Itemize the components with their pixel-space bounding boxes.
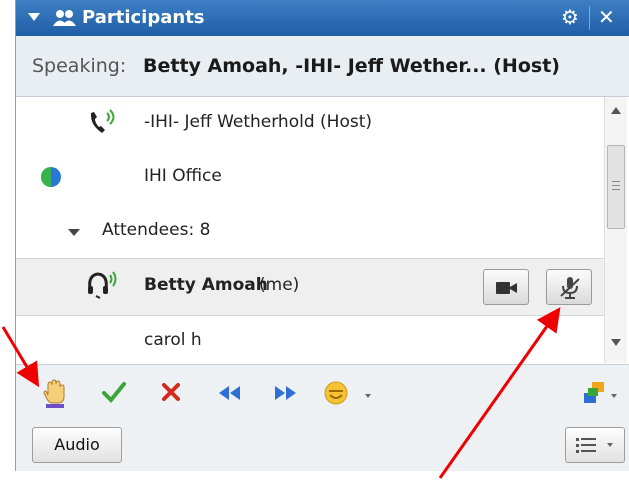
annotation-arrow-mute — [438, 307, 561, 479]
annotation-arrows — [1, 307, 561, 479]
annotation-arrow-raise-hand — [1, 326, 40, 388]
